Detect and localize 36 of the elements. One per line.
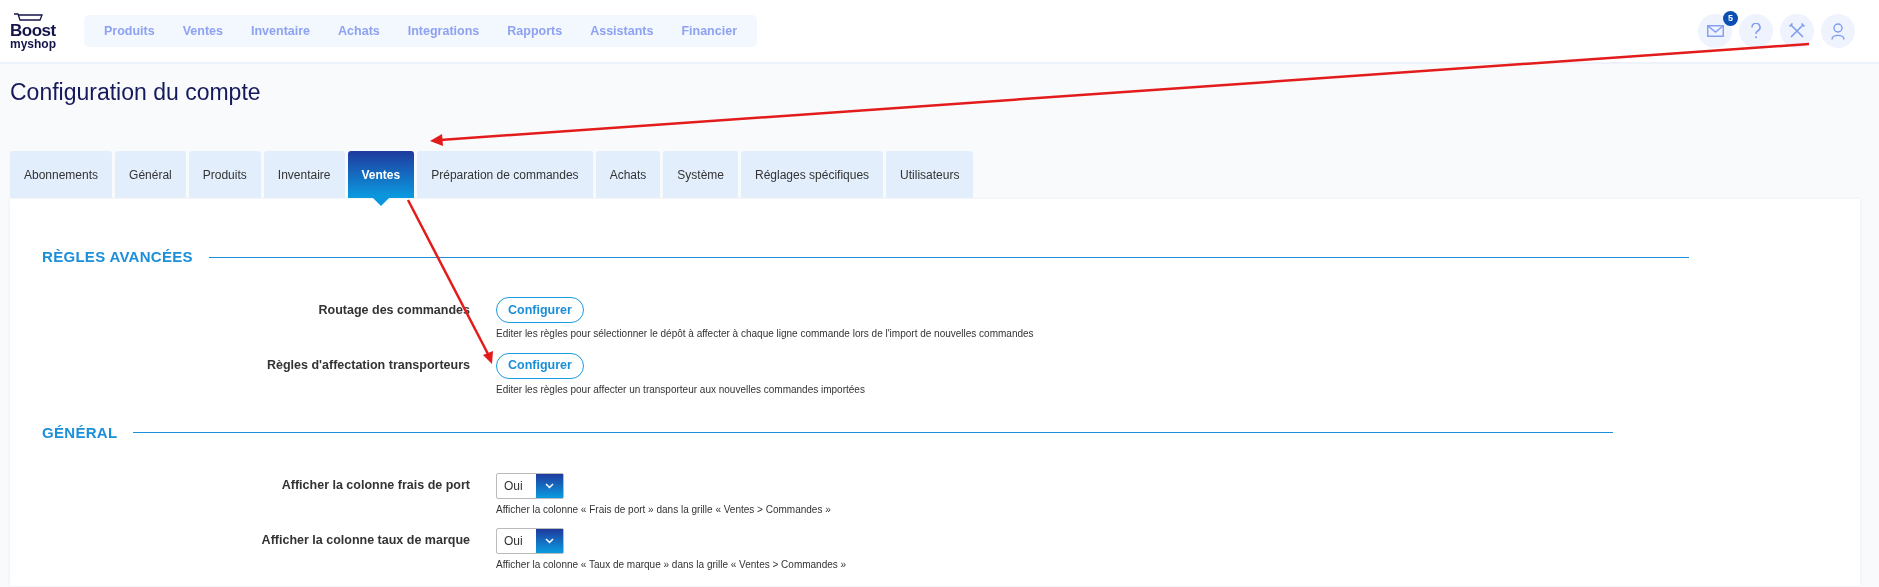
chevron-down-icon [545, 482, 554, 489]
tab[interactable]: Général [115, 151, 186, 198]
settings-button[interactable] [1780, 14, 1814, 48]
tab[interactable]: Abonnements [10, 151, 113, 198]
help-text: Editer les règles pour sélectionner le dépôt à affecter à chaque ligne commande lors de l'import de nouvelles commandes [496, 328, 1035, 342]
section-heading: RÈGLES AVANCÉES [42, 246, 193, 267]
help-button[interactable] [1739, 14, 1773, 48]
configure-button[interactable]: Configurer [496, 297, 584, 324]
setting-label: Afficher la colonne taux de marque [260, 532, 470, 550]
setting-label: Règles d'affectation transporteurs [266, 357, 470, 375]
tab[interactable]: Ventes [347, 151, 415, 198]
chevron-down-icon [545, 537, 554, 544]
page-title: Configuration du compte [10, 79, 261, 107]
select-field[interactable]: Oui [496, 472, 564, 499]
tab[interactable]: Produits [188, 151, 261, 198]
message-count-badge: 5 [1723, 11, 1738, 26]
tab[interactable]: Achats [595, 151, 661, 198]
tools-icon [1788, 22, 1806, 40]
select-field[interactable]: Oui [496, 527, 564, 554]
help-text: Afficher la colonne « Taux de marque » dans la grille « Ventes > Commandes » [496, 558, 848, 572]
tab[interactable]: Système [663, 151, 738, 198]
tab[interactable]: Préparation de commandes [417, 151, 593, 198]
mail-icon [1706, 25, 1724, 37]
user-icon [1831, 22, 1845, 40]
tab[interactable]: Inventaire [263, 151, 345, 198]
section-heading: GÉNÉRAL [42, 422, 118, 443]
configure-button[interactable]: Configurer [496, 352, 584, 379]
help-icon [1751, 23, 1761, 39]
tab-pointer [371, 197, 390, 206]
tab[interactable]: Utilisateurs [886, 151, 974, 198]
setting-label: Afficher la colonne frais de port [280, 477, 470, 495]
help-text: Afficher la colonne « Frais de port » dans la grille « Ventes > Commandes » [496, 503, 832, 517]
logo[interactable]: Boost myshop [10, 12, 70, 50]
tab[interactable]: Réglages spécifiques [741, 151, 884, 198]
help-text: Editer les règles pour affecter un transporteur aux nouvelles commandes importées [496, 383, 866, 397]
mail-button[interactable] [1698, 14, 1732, 48]
